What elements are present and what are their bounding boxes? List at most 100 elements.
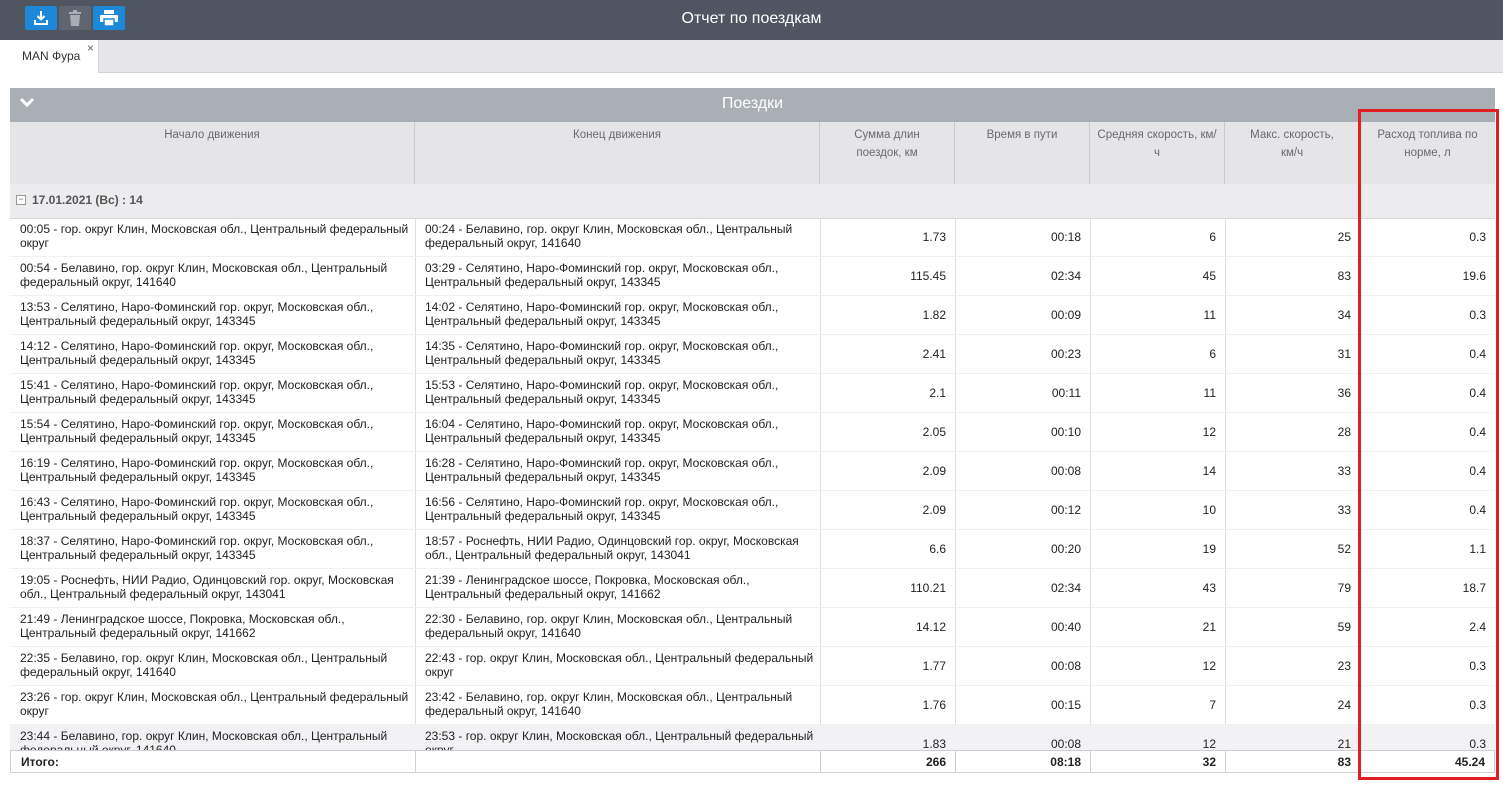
- table-row[interactable]: 19:05 - Роснефть, НИИ Радио, Одинцовский…: [10, 569, 1495, 608]
- cell-time: 00:23: [1050, 347, 1081, 361]
- cell-fuel: 0.3: [1469, 659, 1486, 673]
- table-row[interactable]: 15:54 - Селятино, Наро-Фоминский гор. ок…: [10, 413, 1495, 452]
- cell-start: 23:26 - гор. округ Клин, Московская обл.…: [20, 690, 409, 718]
- cell-max-speed: 36: [1337, 386, 1351, 400]
- column-header-max-speed-label: Макс. скорость, км/ч: [1250, 129, 1334, 159]
- cell-start: 14:12 - Селятино, Наро-Фоминский гор. ок…: [20, 339, 374, 367]
- table-row[interactable]: 00:05 - гор. округ Клин, Московская обл.…: [10, 218, 1495, 257]
- cell-distance: 110.21: [910, 581, 946, 595]
- cell-avg-speed: 12: [1202, 659, 1216, 673]
- collapse-toggle[interactable]: −: [16, 195, 26, 205]
- cell-fuel: 0.3: [1469, 230, 1486, 244]
- table-row[interactable]: 16:43 - Селятино, Наро-Фоминский гор. ок…: [10, 491, 1495, 530]
- cell-time: 02:34: [1050, 269, 1081, 283]
- cell-avg-speed: 43: [1202, 581, 1216, 595]
- cell-fuel: 19.6: [1462, 269, 1486, 283]
- cell-time: 00:12: [1050, 503, 1081, 517]
- cell-end: 22:43 - гор. округ Клин, Московская обл.…: [425, 651, 814, 679]
- cell-distance: 6.6: [929, 542, 946, 556]
- tab-man-fura[interactable]: MAN Фура ×: [10, 40, 99, 73]
- table-row[interactable]: 18:37 - Селятино, Наро-Фоминский гор. ок…: [10, 530, 1495, 569]
- cell-avg-speed: 10: [1202, 503, 1216, 517]
- table-row[interactable]: 15:41 - Селятино, Наро-Фоминский гор. ок…: [10, 374, 1495, 413]
- cell-max-speed: 59: [1337, 620, 1351, 634]
- table-row[interactable]: 00:54 - Белавино, гор. округ Клин, Моско…: [10, 257, 1495, 296]
- cell-distance: 2.09: [922, 503, 946, 517]
- trash-icon: [69, 10, 81, 26]
- table-row[interactable]: 21:49 - Ленинградское шоссе, Покровка, М…: [10, 608, 1495, 647]
- cell-avg-speed: 7: [1209, 698, 1216, 712]
- column-header-distance-label: Сумма длин поездок, км: [854, 129, 920, 159]
- table-row[interactable]: 14:12 - Селятино, Наро-Фоминский гор. ок…: [10, 335, 1495, 374]
- cell-avg-speed: 19: [1202, 542, 1216, 556]
- cell-avg-speed: 11: [1203, 386, 1216, 400]
- close-icon[interactable]: ×: [87, 41, 94, 55]
- cell-time: 00:08: [1050, 659, 1081, 673]
- cell-avg-speed: 14: [1202, 464, 1216, 478]
- total-fuel: 45.24: [1454, 755, 1485, 769]
- column-header-end[interactable]: Конец движения: [415, 122, 820, 184]
- cell-avg-speed: 12: [1202, 425, 1216, 439]
- column-header-start[interactable]: Начало движения: [10, 122, 415, 184]
- panel-title: Поездки: [721, 95, 784, 112]
- cell-end: 00:24 - Белавино, гор. округ Клин, Моско…: [425, 222, 793, 250]
- group-row[interactable]: − 17.01.2021 (Вс) : 14: [10, 184, 1495, 219]
- table-row[interactable]: 23:26 - гор. округ Клин, Московская обл.…: [10, 686, 1495, 725]
- cell-fuel: 0.4: [1469, 386, 1486, 400]
- cell-start: 22:35 - Белавино, гор. округ Клин, Моско…: [20, 651, 388, 679]
- cell-avg-speed: 6: [1209, 347, 1216, 361]
- cell-start: 16:19 - Селятино, Наро-Фоминский гор. ок…: [20, 456, 374, 484]
- cell-start: 21:49 - Ленинградское шоссе, Покровка, М…: [20, 612, 345, 640]
- cell-max-speed: 28: [1337, 425, 1351, 439]
- cell-end: 14:35 - Селятино, Наро-Фоминский гор. ок…: [425, 339, 779, 367]
- cell-distance: 2.41: [922, 347, 946, 361]
- toolbar: Отчет по поездкам: [0, 0, 1503, 40]
- cell-fuel: 1.1: [1469, 542, 1486, 556]
- print-button[interactable]: [93, 6, 125, 30]
- column-header-time[interactable]: Время в пути: [955, 122, 1090, 184]
- cell-max-speed: 52: [1337, 542, 1351, 556]
- cell-max-speed: 34: [1337, 308, 1351, 322]
- cell-avg-speed: 6: [1209, 230, 1216, 244]
- download-button[interactable]: [25, 6, 57, 30]
- column-header-max-speed[interactable]: Макс. скорость, км/ч: [1225, 122, 1360, 184]
- trips-panel-header[interactable]: Поездки: [10, 88, 1495, 122]
- cell-end: 15:53 - Селятино, Наро-Фоминский гор. ок…: [425, 378, 779, 406]
- cell-distance: 2.09: [922, 464, 946, 478]
- cell-fuel: 0.4: [1469, 425, 1486, 439]
- cell-distance: 1.76: [922, 698, 946, 712]
- cell-distance: 1.77: [922, 659, 946, 673]
- cell-end: 23:42 - Белавино, гор. округ Клин, Моско…: [425, 690, 793, 718]
- table-row[interactable]: 16:19 - Селятино, Наро-Фоминский гор. ок…: [10, 452, 1495, 491]
- cell-start: 15:54 - Селятино, Наро-Фоминский гор. ок…: [20, 417, 374, 445]
- cell-distance: 2.1: [929, 386, 946, 400]
- cell-fuel: 0.4: [1469, 503, 1486, 517]
- cell-avg-speed: 21: [1202, 620, 1216, 634]
- cell-start: 00:05 - гор. округ Клин, Московская обл.…: [20, 222, 409, 250]
- column-header-avg-speed[interactable]: Средняя скорость, км/ч: [1090, 122, 1225, 184]
- table-row[interactable]: 22:35 - Белавино, гор. округ Клин, Моско…: [10, 647, 1495, 686]
- cell-start: 15:41 - Селятино, Наро-Фоминский гор. ок…: [20, 378, 374, 406]
- cell-distance: 1.82: [922, 308, 946, 322]
- cell-time: 00:08: [1050, 464, 1081, 478]
- delete-button[interactable]: [59, 6, 91, 30]
- cell-max-speed: 24: [1337, 698, 1351, 712]
- total-avg-speed: 32: [1202, 755, 1216, 769]
- cell-max-speed: 83: [1337, 269, 1351, 283]
- column-header-distance[interactable]: Сумма длин поездок, км: [820, 122, 955, 184]
- print-icon: [100, 10, 118, 26]
- cell-fuel: 0.4: [1469, 347, 1486, 361]
- report-title: Отчет по поездкам: [681, 10, 822, 27]
- cell-fuel: 0.3: [1469, 698, 1486, 712]
- table-row[interactable]: 13:53 - Селятино, Наро-Фоминский гор. ок…: [10, 296, 1495, 335]
- totals-label: Итого:: [21, 755, 59, 769]
- column-header-fuel[interactable]: Расход топлива по норме, л: [1360, 122, 1495, 184]
- cell-end: 03:29 - Селятино, Наро-Фоминский гор. ок…: [425, 261, 779, 289]
- cell-start: 19:05 - Роснефть, НИИ Радио, Одинцовский…: [20, 573, 394, 601]
- cell-distance: 1.73: [922, 230, 946, 244]
- cell-start: 13:53 - Селятино, Наро-Фоминский гор. ок…: [20, 300, 374, 328]
- cell-start: 18:37 - Селятино, Наро-Фоминский гор. ок…: [20, 534, 374, 562]
- group-label: 17.01.2021 (Вс) : 14: [32, 193, 143, 207]
- cell-distance: 115.45: [910, 269, 946, 283]
- cell-end: 22:30 - Белавино, гор. округ Клин, Моско…: [425, 612, 793, 640]
